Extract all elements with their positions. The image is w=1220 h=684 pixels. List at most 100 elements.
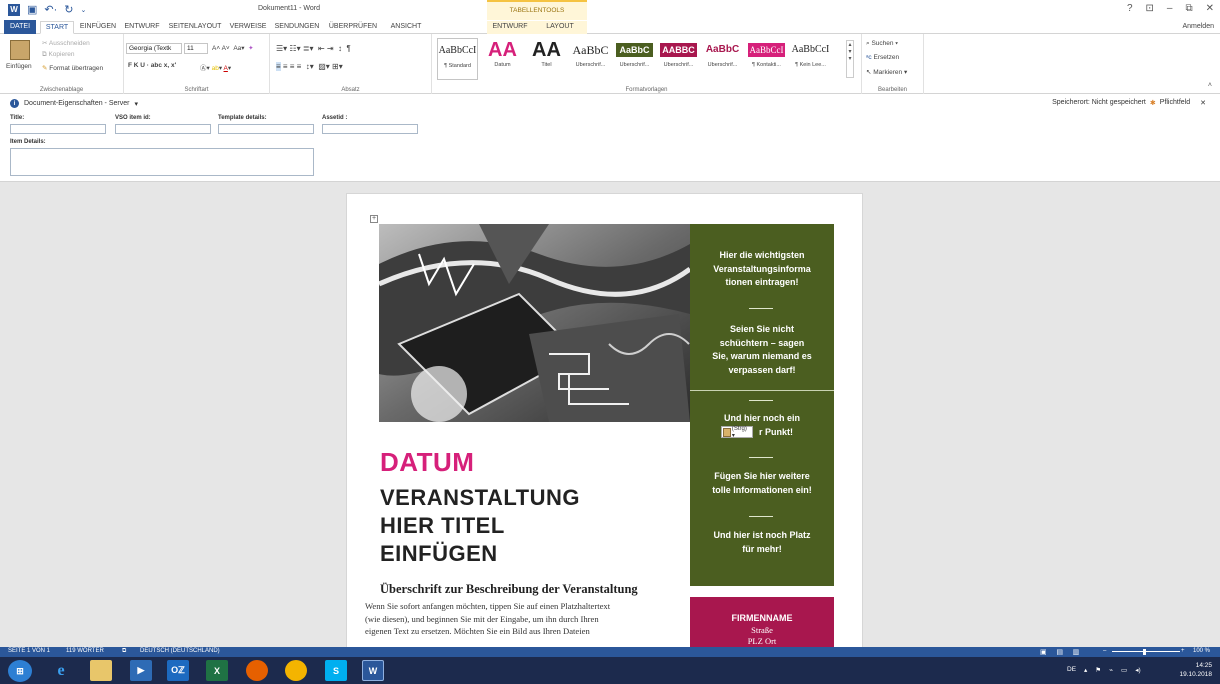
style-contact[interactable]: AaBbCcI ¶ Kontakti... [746,38,787,80]
event-date: DATUM [380,447,475,477]
styles-group: AaBbCcI ¶ Standard AA Datum AA Titel AaB… [432,34,862,94]
font-name-combo[interactable]: Georgia (Textk [126,43,182,54]
styles-scroll-icon[interactable]: ▴ ▾ ▾ [846,40,854,78]
title-label: Title: [10,115,25,121]
minimize-button[interactable]: – [1167,3,1173,14]
tab-page-layout[interactable]: SEITENLAYOUT [166,21,224,34]
cut-label: Ausschneiden [48,40,90,47]
tray-expand-icon[interactable]: ▴ [1084,666,1087,674]
style-no-spacing[interactable]: AaBbCcI ¶ Kein Lee... [790,38,831,80]
event-body-text: Wenn Sie sofort anfangen möchten, tippen… [365,600,683,638]
sidebar-text: Seien Sie nicht [729,324,795,334]
file-explorer-icon[interactable] [90,660,112,681]
properties-header-label: Document-Eigenschaften - Server [24,100,130,107]
style-heading4[interactable]: AaBbC Überschrif... [702,38,743,80]
excel-icon[interactable]: X [206,660,228,681]
zoom-level[interactable]: 100 % [1193,648,1210,654]
tab-insert[interactable]: EINFÜGEN [78,21,118,34]
word-count[interactable]: 119 WÖRTER [66,648,104,654]
style-standard[interactable]: AaBbCcI ¶ Standard [437,38,478,80]
style-heading1[interactable]: AaBbC Überschrif... [570,38,611,80]
sidebar-divider [749,308,773,309]
style-preview: AA [488,39,517,61]
close-properties-icon[interactable]: ✕ [1200,99,1206,107]
sign-in-link[interactable]: Anmelden [1182,23,1214,30]
style-label: Titel [541,62,552,68]
font-size-combo[interactable]: 11 [184,43,208,54]
style-label: ¶ Standard [444,63,471,69]
tab-mailings[interactable]: SENDUNGEN [272,21,322,34]
select-button[interactable]: ↖ Markieren ▾ [866,68,907,76]
media-player-icon[interactable]: ▶ [130,660,152,681]
tab-references[interactable]: VERWEISE [228,21,268,34]
firefox-icon[interactable] [246,660,268,681]
sidebar-text: Hier die wichtigsten [719,250,805,260]
font-grow-shrink-icons[interactable]: A˄ A˅ Aa▾ ✦ [212,44,254,52]
clock[interactable]: 14:25 19.10.2018 [1179,661,1212,679]
zoom-slider[interactable] [1112,651,1180,652]
internet-explorer-icon[interactable]: e [50,660,72,681]
skype-icon[interactable]: S [325,660,347,681]
keyboard-language[interactable]: DE [1067,666,1076,674]
chrome-icon[interactable] [285,660,307,681]
network-icon[interactable]: ⌁ [1109,666,1113,674]
tab-file[interactable]: DATEI [4,20,36,34]
ribbon-display-button[interactable]: ⊡ [1146,3,1154,14]
proofing-icon[interactable]: ⧉ [122,648,126,655]
company-name: FIRMENNAME [731,613,793,623]
undo-icon[interactable]: ↶· [44,3,57,16]
table-move-handle-icon[interactable]: + [370,215,378,223]
style-datum[interactable]: AA Datum [482,38,523,80]
format-painter-button[interactable]: ✎ Format übertragen [42,64,103,72]
vso-field[interactable] [115,124,211,134]
find-button[interactable]: ⌕ Suchen ▾ [866,40,898,48]
word-taskbar-icon[interactable]: W [362,660,384,681]
start-button[interactable]: ⊞ [8,660,32,682]
sidebar-box[interactable]: Hier die wichtigsten Veranstaltungsinfor… [690,224,834,586]
replace-button[interactable]: ᵃc Ersetzen [866,54,899,61]
flag-icon[interactable]: ⚑ [1095,666,1101,674]
font-format-row[interactable]: F K U · abc x, x' [128,62,176,69]
style-heading2[interactable]: AaBbC Überschrif... [614,38,655,80]
document-page[interactable]: + Hier die wichtigsten Veranstaltungsinf… [346,193,863,653]
tab-table-layout[interactable]: LAYOUT [533,21,587,34]
language-indicator[interactable]: DEUTSCH (DEUTSCHLAND) [140,648,220,654]
paste-options-button[interactable]: (Strg) ▾ [721,426,753,439]
template-field[interactable] [218,124,314,134]
paste-button[interactable]: Einfügen [6,63,32,70]
list-buttons[interactable]: ☰▾ ☷▾ ≣▾ ⇤ ⇥ ↕ ¶ [276,44,351,53]
customize-qat-icon[interactable]: ⌄ [81,6,87,14]
tab-start[interactable]: START [40,21,74,34]
restore-button[interactable]: ⧉ [1185,3,1192,14]
style-titel[interactable]: AA Titel [526,38,567,80]
style-heading3[interactable]: AABBC Überschrif... [658,38,699,80]
sidebar-divider [749,457,773,458]
volume-icon[interactable]: ◂) [1135,666,1140,674]
paste-icon[interactable] [10,40,30,60]
tab-review[interactable]: ÜBERPRÜFEN [326,21,380,34]
page-indicator[interactable]: SEITE 1 VON 1 [8,648,50,654]
zoom-in-button[interactable]: + [1181,648,1185,654]
redo-icon[interactable]: ↻ [64,3,73,16]
save-icon[interactable]: ▣ [27,3,37,16]
cut-button[interactable]: ✂ Ausschneiden [42,39,90,47]
tab-view[interactable]: ANSICHT [386,21,426,34]
font-color-row[interactable]: Ⓐ▾ ab▾ A▾ [200,62,231,72]
close-button[interactable]: ✕ [1206,3,1214,14]
battery-icon[interactable]: ▭ [1121,666,1127,674]
outlook-icon[interactable]: Oℤ [167,660,189,681]
title-field[interactable] [10,124,106,134]
assetid-field[interactable] [322,124,418,134]
tab-table-design[interactable]: ENTWURF [487,21,533,34]
alignment-buttons[interactable]: ≡ ≡ ≡ ≡ ↕▾ ▨▾ ⊞▾ [276,62,343,71]
zoom-slider-thumb[interactable] [1143,649,1146,655]
zoom-out-button[interactable]: – [1103,648,1106,654]
item-details-field[interactable] [10,148,314,176]
properties-header[interactable]: i Document-Eigenschaften - Server ▾ [10,99,138,108]
copy-button[interactable]: ⧉ Kopieren [42,51,74,59]
tab-design[interactable]: ENTWURF [122,21,162,34]
help-button[interactable]: ? [1127,3,1133,14]
view-mode-icons[interactable]: ▣ ▤ ▥ [1040,648,1079,656]
collapse-ribbon-icon[interactable]: ˄ [1208,82,1212,89]
sidebar-divider [749,516,773,517]
